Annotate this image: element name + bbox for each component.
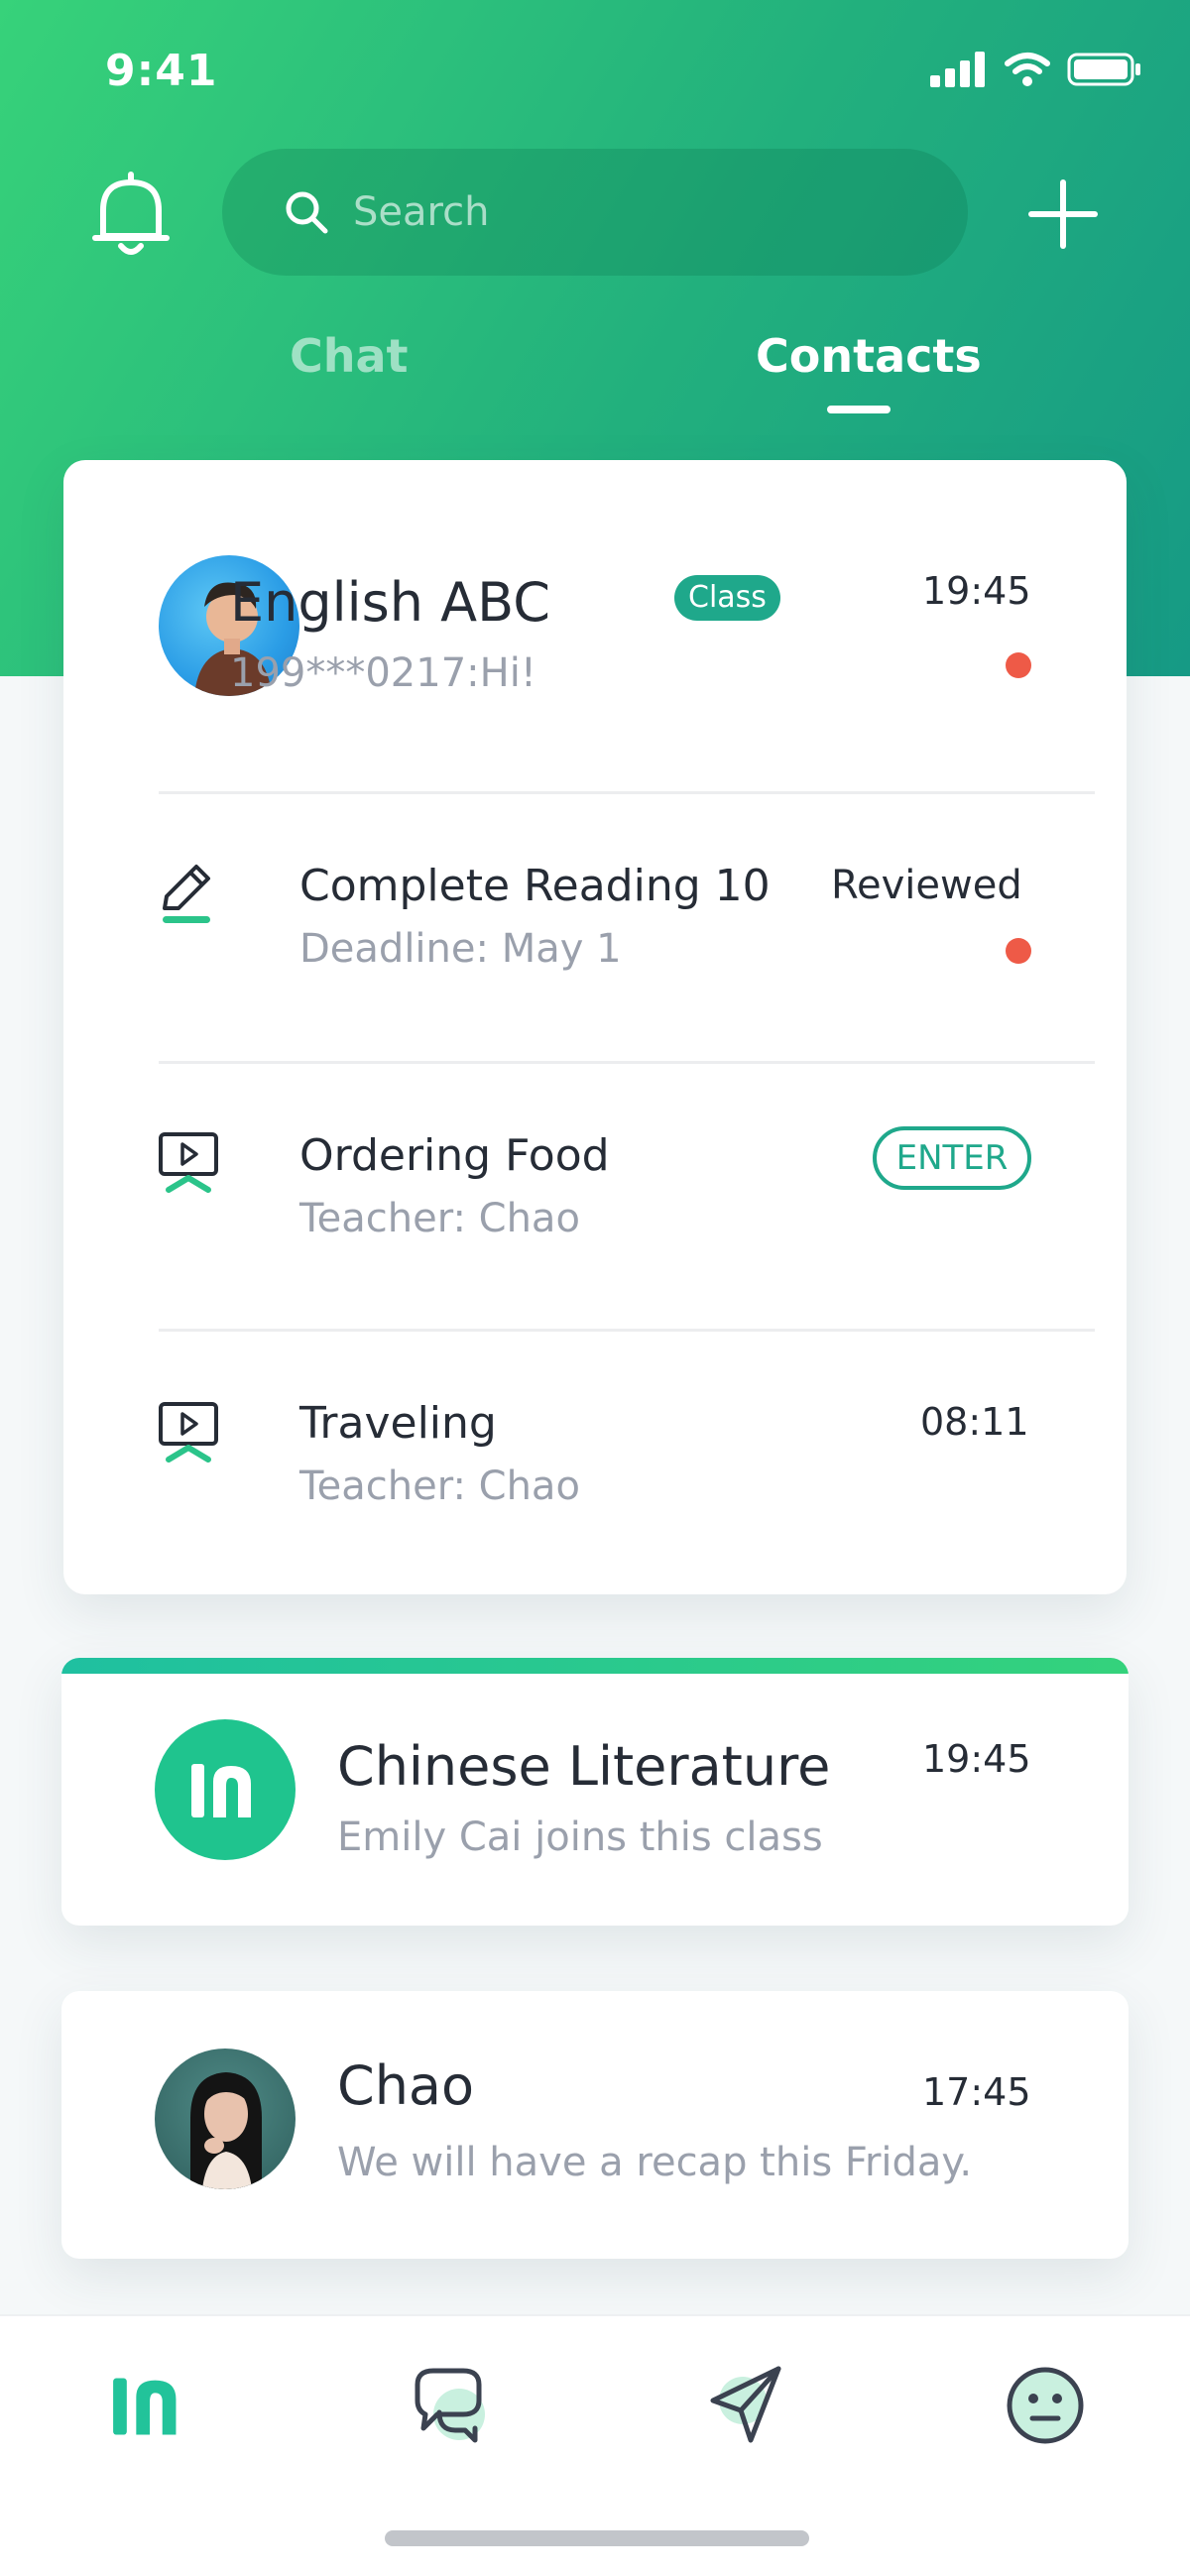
enter-button[interactable]: ENTER — [873, 1126, 1031, 1190]
tab-contacts[interactable]: Contacts — [756, 329, 982, 383]
class-last-message: 199***0217:Hi! — [230, 650, 536, 696]
divider — [159, 1329, 1095, 1332]
conversation-message: Emily Cai joins this class — [337, 1815, 823, 1860]
unread-dot — [1006, 652, 1031, 678]
chat-bubbles-icon — [415, 2368, 485, 2443]
conversation-time: 19:45 — [922, 1737, 1031, 1781]
conversation-time: 17:45 — [922, 2070, 1031, 2114]
divider — [159, 791, 1095, 794]
conversation-card[interactable]: Chinese Literature 19:45 Emily Cai joins… — [61, 1658, 1129, 1926]
tab-chat[interactable]: Chat — [290, 329, 409, 383]
home-indicator[interactable] — [385, 2530, 809, 2546]
divider — [159, 1061, 1095, 1064]
app-logo-avatar — [155, 1719, 296, 1860]
item-title: Ordering Food — [299, 1130, 610, 1181]
user-photo — [190, 2072, 262, 2189]
unread-dot — [1006, 938, 1031, 964]
status-time: 9:41 — [105, 46, 218, 96]
item-time: 08:11 — [920, 1400, 1029, 1444]
tab-chat[interactable] — [399, 2356, 498, 2455]
card-accent-bar — [61, 1658, 1129, 1674]
status-bar: 9:41 — [0, 0, 1190, 149]
video-lesson-icon — [159, 1402, 218, 1463]
item-subtitle: Teacher: Chao — [299, 1464, 580, 1509]
conversation-name: Chao — [337, 2054, 475, 2117]
search-input[interactable]: Search — [222, 149, 968, 276]
tab-home[interactable] — [99, 2356, 198, 2455]
add-icon[interactable] — [1027, 178, 1099, 250]
avatar — [155, 2049, 296, 2189]
item-title: Traveling — [299, 1398, 497, 1449]
notification-bell-icon[interactable] — [89, 171, 173, 260]
item-status: Reviewed — [831, 863, 1022, 908]
conversation-card[interactable]: Chao 17:45 We will have a recap this Fri… — [61, 1991, 1129, 2259]
signal-icon — [930, 52, 985, 87]
class-name: English ABC — [230, 571, 550, 634]
item-title: Complete Reading 10 — [299, 861, 771, 911]
conversation-name: Chinese Literature — [337, 1735, 831, 1798]
class-card[interactable]: English ABC Class 19:45 199***0217:Hi! C… — [63, 460, 1127, 1594]
battery-icon — [1067, 53, 1140, 86]
send-icon — [710, 2366, 781, 2443]
search-icon — [286, 191, 328, 234]
app-logo-icon — [191, 1764, 251, 1817]
conversation-message: We will have a recap this Friday. — [337, 2140, 973, 2185]
status-icons — [930, 52, 1142, 87]
tab-send[interactable] — [698, 2356, 797, 2455]
pencil-icon — [163, 865, 210, 923]
class-time: 19:45 — [922, 569, 1031, 613]
class-badge: Class — [674, 575, 780, 621]
item-subtitle: Deadline: May 1 — [299, 926, 622, 972]
search-placeholder: Search — [353, 189, 490, 235]
tab-profile[interactable] — [996, 2356, 1095, 2455]
item-subtitle: Teacher: Chao — [299, 1196, 580, 1241]
video-lesson-icon — [159, 1132, 218, 1193]
active-tab-indicator — [827, 406, 891, 413]
smiley-icon — [1007, 2367, 1084, 2444]
wifi-icon — [1005, 53, 1050, 86]
home-logo-icon — [113, 2378, 177, 2435]
